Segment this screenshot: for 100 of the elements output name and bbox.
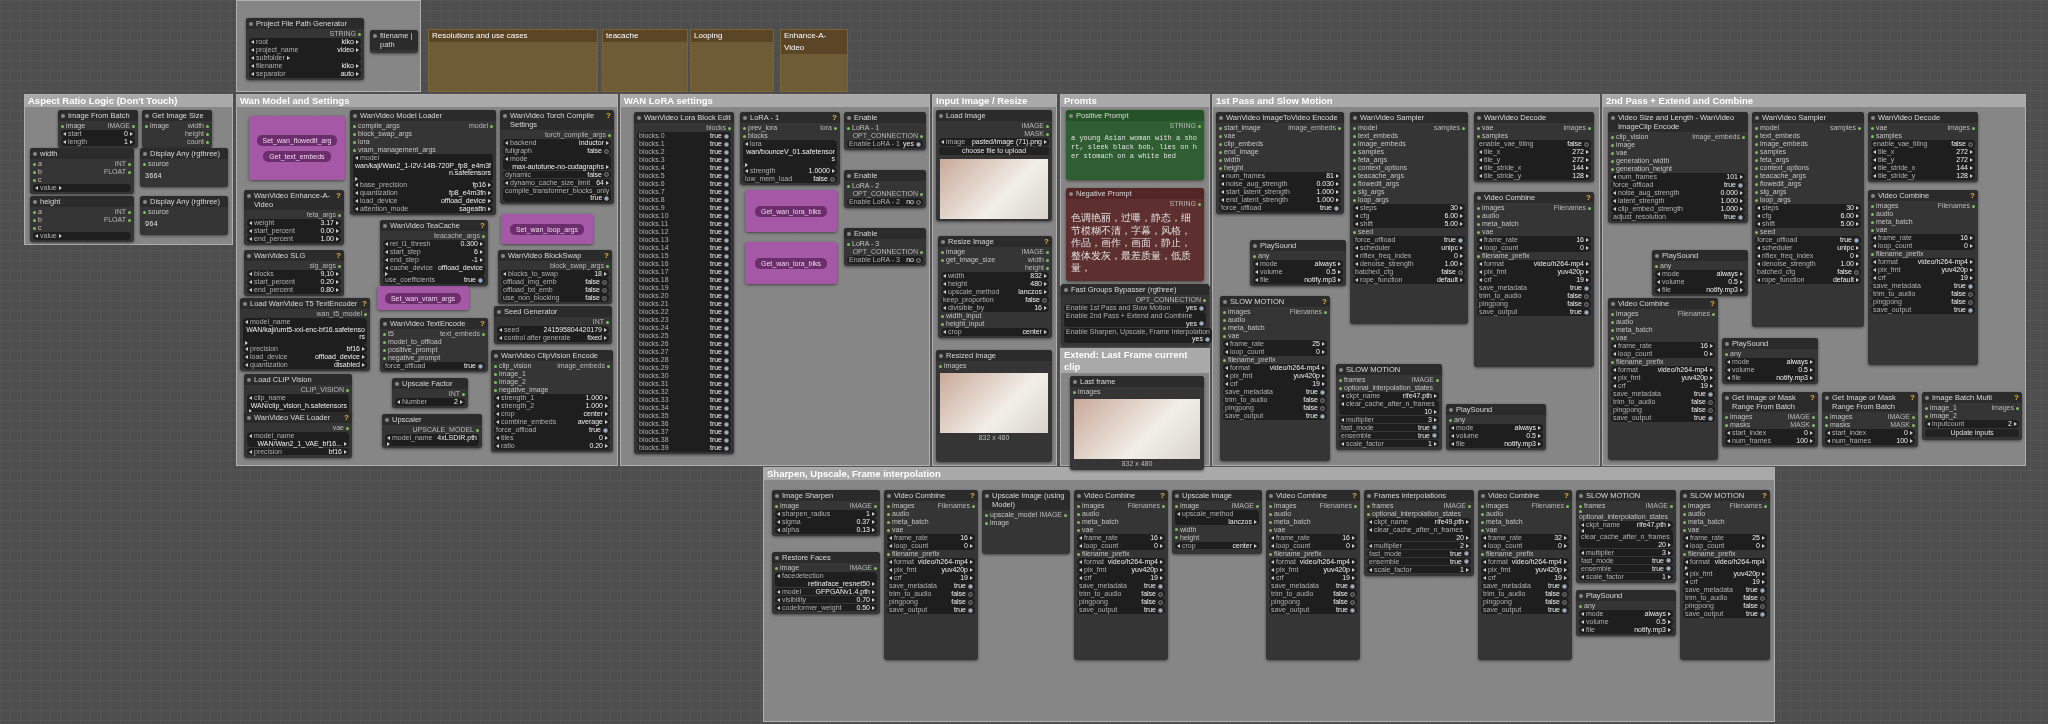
- toggle-knob[interactable]: [1968, 141, 1973, 147]
- arrow-left-icon[interactable]: [1369, 567, 1372, 572]
- toggle-knob[interactable]: [724, 213, 729, 219]
- output-slot-icon[interactable]: [874, 566, 877, 570]
- output-slot-icon[interactable]: [728, 126, 731, 130]
- toggle-knob[interactable]: [1584, 309, 1589, 315]
- arrow-left-icon[interactable]: [387, 436, 390, 440]
- arrow-right-icon[interactable]: [460, 400, 463, 404]
- collapse-dot-icon[interactable]: [1367, 494, 1371, 498]
- arrow-left-icon[interactable]: [35, 234, 38, 238]
- toggle-knob[interactable]: [1205, 336, 1210, 342]
- node-card[interactable]: [1752, 112, 1864, 327]
- arrow-right-icon[interactable]: [2014, 422, 2017, 426]
- output-slot-icon[interactable]: [920, 192, 923, 196]
- collapse-dot-icon[interactable]: [1925, 396, 1929, 400]
- toggle-knob[interactable]: [1320, 405, 1325, 411]
- collapse-dot-icon[interactable]: [743, 116, 747, 120]
- toggle-knob[interactable]: [724, 397, 729, 403]
- toggle-knob[interactable]: [724, 293, 729, 299]
- toggle-knob[interactable]: [1158, 599, 1163, 605]
- collapse-dot-icon[interactable]: [1073, 380, 1077, 384]
- toggle-knob[interactable]: [724, 229, 729, 235]
- toggle-knob[interactable]: [724, 197, 729, 203]
- collapse-dot-icon[interactable]: [1477, 196, 1481, 200]
- input-slot-icon[interactable]: [1481, 552, 1484, 556]
- collapse-dot-icon[interactable]: [383, 224, 387, 228]
- arrow-left-icon[interactable]: [745, 142, 748, 146]
- collapse-dot-icon[interactable]: [383, 322, 387, 326]
- toggle-knob[interactable]: [1464, 559, 1469, 564]
- toggle-knob[interactable]: [724, 309, 729, 315]
- arrow-left-icon[interactable]: [1355, 278, 1358, 282]
- toggle-knob[interactable]: [1738, 182, 1743, 188]
- arrow-right-icon[interactable]: [745, 162, 748, 167]
- toggle-knob[interactable]: [1708, 415, 1713, 421]
- arrow-right-icon[interactable]: [606, 141, 609, 145]
- arrow-right-icon[interactable]: [1434, 394, 1437, 398]
- toggle-knob[interactable]: [1968, 299, 1973, 305]
- arrow-left-icon[interactable]: [355, 156, 358, 160]
- collapse-dot-icon[interactable]: [1655, 254, 1659, 258]
- help-mark[interactable]: ?: [1160, 491, 1165, 500]
- toggle-knob[interactable]: [968, 591, 973, 597]
- collapse-dot-icon[interactable]: [143, 200, 147, 204]
- collapse-dot-icon[interactable]: [847, 174, 851, 178]
- arrow-right-icon[interactable]: [1044, 330, 1047, 334]
- output-slot-icon[interactable]: [346, 388, 349, 392]
- output-slot-icon[interactable]: [338, 264, 341, 268]
- toggle-knob[interactable]: [604, 148, 609, 154]
- output-slot-icon[interactable]: [1742, 135, 1745, 139]
- output-slot-icon[interactable]: [462, 392, 465, 396]
- collapse-dot-icon[interactable]: [1069, 114, 1073, 118]
- toggle-knob[interactable]: [1320, 389, 1325, 395]
- toggle-knob[interactable]: [1584, 301, 1589, 307]
- input-slot-icon[interactable]: [1353, 230, 1356, 234]
- arrow-right-icon[interactable]: [1466, 520, 1469, 524]
- collapse-dot-icon[interactable]: [1175, 494, 1179, 498]
- toggle-knob[interactable]: [724, 189, 729, 195]
- output-slot-icon[interactable]: [608, 133, 611, 137]
- toggle-knob[interactable]: [724, 333, 729, 339]
- collapse-dot-icon[interactable]: [503, 114, 507, 118]
- arrow-right-icon[interactable]: [1466, 567, 1469, 572]
- help-mark[interactable]: ?: [1564, 491, 1569, 500]
- toggle-knob[interactable]: [1562, 583, 1567, 589]
- collapse-dot-icon[interactable]: [145, 114, 149, 118]
- output-slot-icon[interactable]: [1972, 204, 1975, 208]
- collapse-dot-icon[interactable]: [775, 494, 779, 498]
- collapse-dot-icon[interactable]: [637, 116, 641, 120]
- output-slot-icon[interactable]: [1588, 126, 1591, 130]
- input-slot-icon[interactable]: [1175, 536, 1178, 539]
- toggle-knob[interactable]: [1320, 413, 1325, 419]
- toggle-knob[interactable]: [1042, 297, 1047, 303]
- collapse-dot-icon[interactable]: [243, 302, 247, 306]
- collapse-dot-icon[interactable]: [1339, 368, 1343, 372]
- toggle-knob[interactable]: [724, 277, 729, 283]
- toggle-knob[interactable]: [1562, 591, 1567, 597]
- output-slot-icon[interactable]: [1462, 126, 1465, 130]
- node-card[interactable]: [1680, 490, 1770, 660]
- toggle-knob[interactable]: [1584, 293, 1589, 299]
- toggle-knob[interactable]: [724, 173, 729, 179]
- arrow-left-icon[interactable]: [1341, 441, 1344, 446]
- input-slot-icon[interactable]: [1269, 552, 1272, 556]
- collapse-dot-icon[interactable]: [1353, 116, 1357, 120]
- input-slot-icon[interactable]: [1223, 358, 1226, 362]
- toggle-knob[interactable]: [724, 165, 729, 171]
- toggle-knob[interactable]: [916, 257, 921, 263]
- output-slot-icon[interactable]: [920, 134, 923, 138]
- collapse-dot-icon[interactable]: [1725, 396, 1729, 400]
- input-slot-icon[interactable]: [939, 364, 942, 368]
- toggle-knob[interactable]: [602, 279, 607, 285]
- arrow-right-icon[interactable]: [1254, 543, 1257, 548]
- toggle-knob[interactable]: [724, 373, 729, 379]
- input-slot-icon[interactable]: [847, 126, 850, 130]
- toggle-knob[interactable]: [1738, 214, 1743, 220]
- collapse-dot-icon[interactable]: [1064, 288, 1068, 292]
- collapse-dot-icon[interactable]: [143, 152, 147, 156]
- input-slot-icon[interactable]: [1253, 254, 1256, 258]
- output-slot-icon[interactable]: [1566, 504, 1569, 508]
- help-mark[interactable]: ?: [336, 191, 341, 200]
- input-slot-icon[interactable]: [775, 566, 778, 570]
- arrow-right-icon[interactable]: [1044, 140, 1047, 144]
- toggle-knob[interactable]: [1708, 399, 1713, 405]
